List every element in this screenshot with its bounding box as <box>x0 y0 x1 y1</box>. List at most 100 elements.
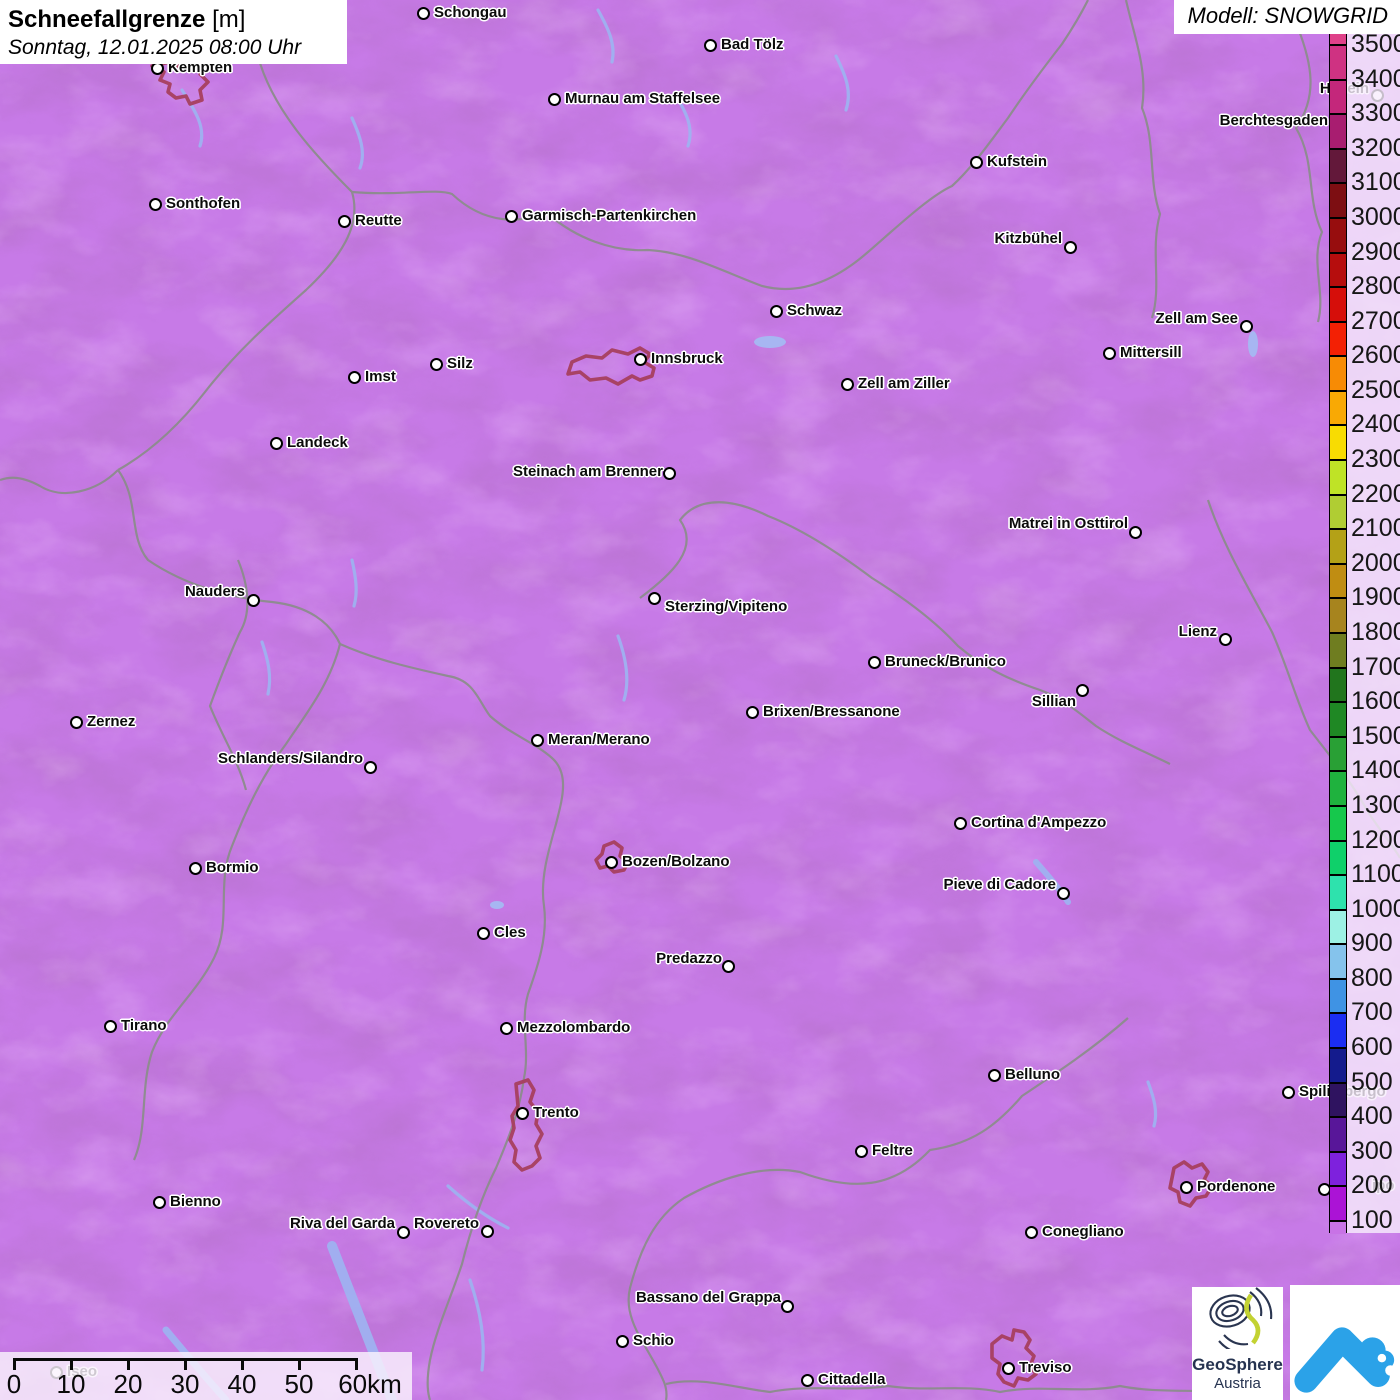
city-label: Riva del Garda <box>290 1215 395 1232</box>
colorbar-tick <box>1330 563 1346 565</box>
city-marker <box>505 210 518 223</box>
city-label: Rovereto <box>414 1215 479 1232</box>
colorbar-tick-label: 1200 <box>1351 826 1400 855</box>
city-marker <box>868 656 881 669</box>
colorbar-tick <box>1330 355 1346 357</box>
city-marker <box>417 7 430 20</box>
geosphere-logo-country: Austria <box>1192 1375 1283 1392</box>
snowfall-line-map: HalleinBerchtesgadenSpilimbergoipoIseo S… <box>0 0 1400 1400</box>
city-label: Mittersill <box>1120 344 1182 361</box>
city-marker <box>634 353 647 366</box>
colorbar-tick <box>1330 805 1346 807</box>
colorbar-tick <box>1330 252 1346 254</box>
city-label: Reutte <box>355 212 402 229</box>
city-marker <box>704 39 717 52</box>
colorbar-band <box>1330 460 1346 495</box>
colorbar-tick-label: 1700 <box>1351 653 1400 682</box>
city-marker <box>855 1145 868 1158</box>
title-subtitle: Sonntag, 12.01.2025 08:00 Uhr <box>8 36 347 60</box>
city-label: Sonthofen <box>166 195 240 212</box>
colorbar-tick <box>1330 459 1346 461</box>
colorbar-tick <box>1330 424 1346 426</box>
colorbar-tick <box>1330 667 1346 669</box>
city-marker <box>338 215 351 228</box>
colorbar-tick-label: 1900 <box>1351 583 1400 612</box>
colorbar-tick <box>1330 1012 1346 1014</box>
city-label: Zernez <box>87 713 135 730</box>
city-label: Belluno <box>1005 1066 1060 1083</box>
city-label: Garmisch-Partenkirchen <box>522 207 696 224</box>
colorbar-tick <box>1330 909 1346 911</box>
city-marker <box>970 156 983 169</box>
colorbar-tick-label: 1300 <box>1351 791 1400 820</box>
colorbar-band <box>1330 114 1346 149</box>
city-marker <box>770 305 783 318</box>
colorbar-tick-label: 3300 <box>1351 99 1400 128</box>
colorbar-band <box>1330 1221 1346 1234</box>
city-marker <box>149 198 162 211</box>
city-marker <box>616 1335 629 1348</box>
city-marker <box>648 592 661 605</box>
colorbar-band <box>1330 1083 1346 1118</box>
city-marker <box>270 437 283 450</box>
colorbar-tick <box>1330 182 1346 184</box>
city-label: Brixen/Bressanone <box>763 703 900 720</box>
colorbar-tick-label: 2500 <box>1351 376 1400 405</box>
colorbar-band <box>1330 702 1346 737</box>
city-marker <box>841 378 854 391</box>
city-label: Lienz <box>1179 623 1217 640</box>
city-label: Bad Tölz <box>721 36 784 53</box>
colorbar-tick-label: 3500 <box>1351 30 1400 59</box>
colorbar-tick-label: 600 <box>1351 1033 1393 1062</box>
city-label: Schio <box>633 1332 674 1349</box>
colorbar-tick <box>1330 943 1346 945</box>
city-label: Trento <box>533 1104 579 1121</box>
partner-logo-box <box>1290 1285 1400 1400</box>
colorbar-band <box>1330 1048 1346 1083</box>
title-box: Schneefallgrenze [m] Sonntag, 12.01.2025… <box>0 0 347 64</box>
city-marker <box>364 761 377 774</box>
colorbar-tick <box>1330 1220 1346 1222</box>
city-label: Zell am Ziller <box>858 375 950 392</box>
city-marker <box>801 1374 814 1387</box>
city-label: Nauders <box>185 583 245 600</box>
colorbar-tick <box>1330 390 1346 392</box>
colorbar-tick-label: 1600 <box>1351 687 1400 716</box>
colorbar-tick-label: 2200 <box>1351 480 1400 509</box>
colorbar-band <box>1330 529 1346 564</box>
colorbar-tick <box>1330 44 1346 46</box>
city-label: Cortina d'Ampezzo <box>971 814 1106 831</box>
colorbar-tick <box>1330 840 1346 842</box>
colorbar-tick <box>1330 321 1346 323</box>
colorbar-band <box>1330 80 1346 115</box>
colorbar-tick <box>1330 978 1346 980</box>
colorbar-band <box>1330 183 1346 218</box>
city-marker <box>1076 684 1089 697</box>
colorbar-tick <box>1330 148 1346 150</box>
elevation-colorbar <box>1329 33 1347 1233</box>
city-label: Kitzbühel <box>995 230 1063 247</box>
city-marker <box>500 1022 513 1035</box>
distance-scalebar: 0102030405060km <box>0 1352 412 1400</box>
city-marker <box>1129 526 1142 539</box>
colorbar-tick <box>1330 632 1346 634</box>
colorbar-tick-label: 3200 <box>1351 134 1400 163</box>
city-label: Murnau am Staffelsee <box>565 90 720 107</box>
colorbar-tick-label: 1800 <box>1351 618 1400 647</box>
city-marker <box>189 862 202 875</box>
city-marker <box>477 927 490 940</box>
city-label: Innsbruck <box>651 350 723 367</box>
city-marker <box>153 1196 166 1209</box>
city-label: Pieve di Cadore <box>943 876 1056 893</box>
colorbar-band <box>1330 841 1346 876</box>
colorbar-band <box>1330 910 1346 945</box>
city-marker <box>430 358 443 371</box>
colorbar-band <box>1330 668 1346 703</box>
colorbar-tick-label: 2400 <box>1351 410 1400 439</box>
colorbar-band <box>1330 287 1346 322</box>
city-marker <box>781 1300 794 1313</box>
city-marker <box>605 856 618 869</box>
colorbar-band <box>1330 1186 1346 1221</box>
city-marker <box>1103 347 1116 360</box>
colorbar-tick <box>1330 1185 1346 1187</box>
